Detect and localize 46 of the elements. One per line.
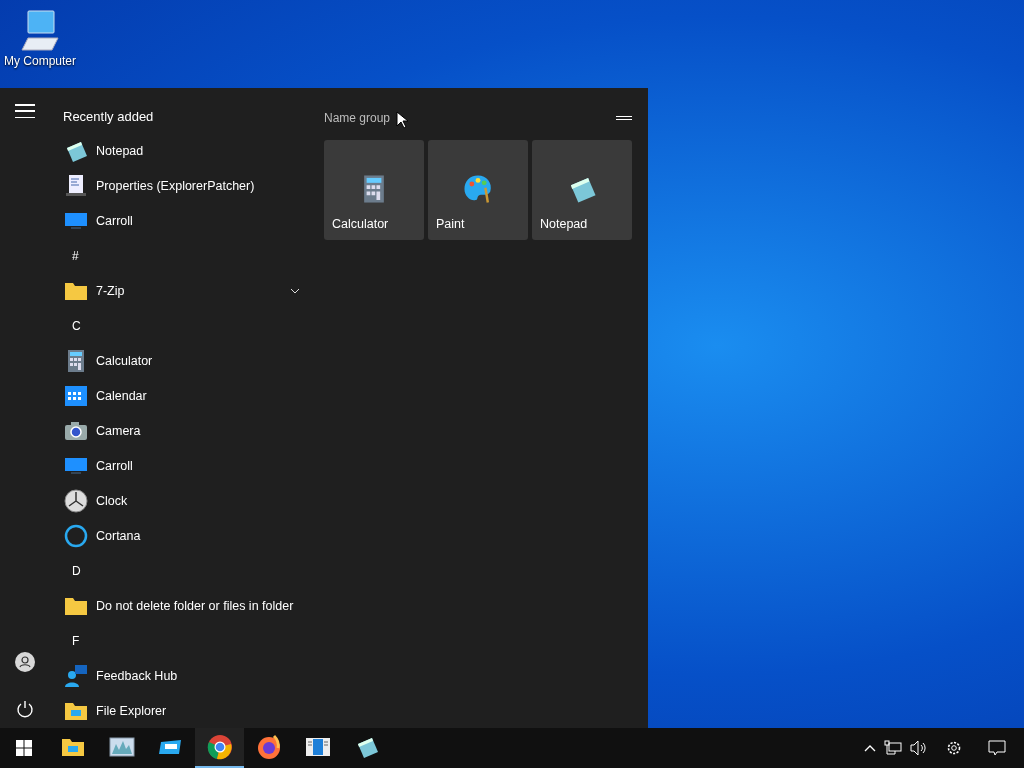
app-list-item[interactable]: Cortana <box>50 518 310 554</box>
app-tile[interactable]: Notepad <box>532 140 632 240</box>
desktop-icon-label[interactable]: My Computer <box>4 52 76 70</box>
chart-window-icon <box>108 734 135 760</box>
app-list-item[interactable]: Calculator <box>50 343 310 379</box>
app-list-item[interactable]: 7-Zip <box>50 273 310 309</box>
fox-icon <box>255 734 282 760</box>
network-icon[interactable] <box>884 740 902 756</box>
settings-icon[interactable] <box>946 740 962 756</box>
taskbar-app-button[interactable] <box>195 728 244 768</box>
volume-icon[interactable] <box>910 740 928 756</box>
app-list-item[interactable]: File Explorer <box>50 693 310 728</box>
app-tile[interactable]: Calculator <box>324 140 424 240</box>
ring-icon <box>63 523 89 549</box>
computer-icon[interactable] <box>18 8 62 52</box>
letter-heading[interactable]: C <box>72 317 81 335</box>
app-list-item[interactable]: Clock <box>50 483 310 519</box>
chevron-down-icon[interactable] <box>290 288 300 294</box>
letter-heading[interactable]: # <box>72 247 79 265</box>
browser-icon <box>206 734 233 760</box>
app-list-item[interactable]: Calendar <box>50 378 310 414</box>
letter-heading[interactable]: D <box>72 562 81 580</box>
group-name[interactable]: Name group <box>324 109 391 127</box>
windows-logo-icon <box>16 740 32 756</box>
drag-handle-icon[interactable] <box>616 116 632 120</box>
section-heading: Recently added <box>63 108 154 126</box>
document-icon <box>63 173 89 199</box>
user-icon[interactable] <box>15 652 35 672</box>
app-list-item[interactable]: Carroll <box>50 448 310 484</box>
palette-icon <box>462 173 494 205</box>
mouse-cursor-icon <box>396 111 408 129</box>
menu-icon[interactable] <box>15 104 35 118</box>
app-list-item[interactable]: Camera <box>50 413 310 449</box>
app-list-item[interactable]: Properties (ExplorerPatcher) <box>50 168 310 204</box>
chevron-up-icon[interactable] <box>864 744 876 752</box>
notification-icon[interactable] <box>988 740 1006 756</box>
clock-icon <box>63 488 89 514</box>
app-tile[interactable]: Paint <box>428 140 528 240</box>
app-list-item[interactable]: Feedback Hub <box>50 658 310 694</box>
letter-heading[interactable]: F <box>72 632 80 650</box>
person-chat-icon <box>63 663 89 689</box>
app-list-item[interactable]: Notepad <box>50 133 310 169</box>
power-icon[interactable] <box>16 700 34 718</box>
calendar-icon <box>63 383 89 409</box>
app-list-item[interactable]: Do not delete folder or files in folder <box>50 588 310 624</box>
app-list-item[interactable]: Carroll <box>50 203 310 239</box>
